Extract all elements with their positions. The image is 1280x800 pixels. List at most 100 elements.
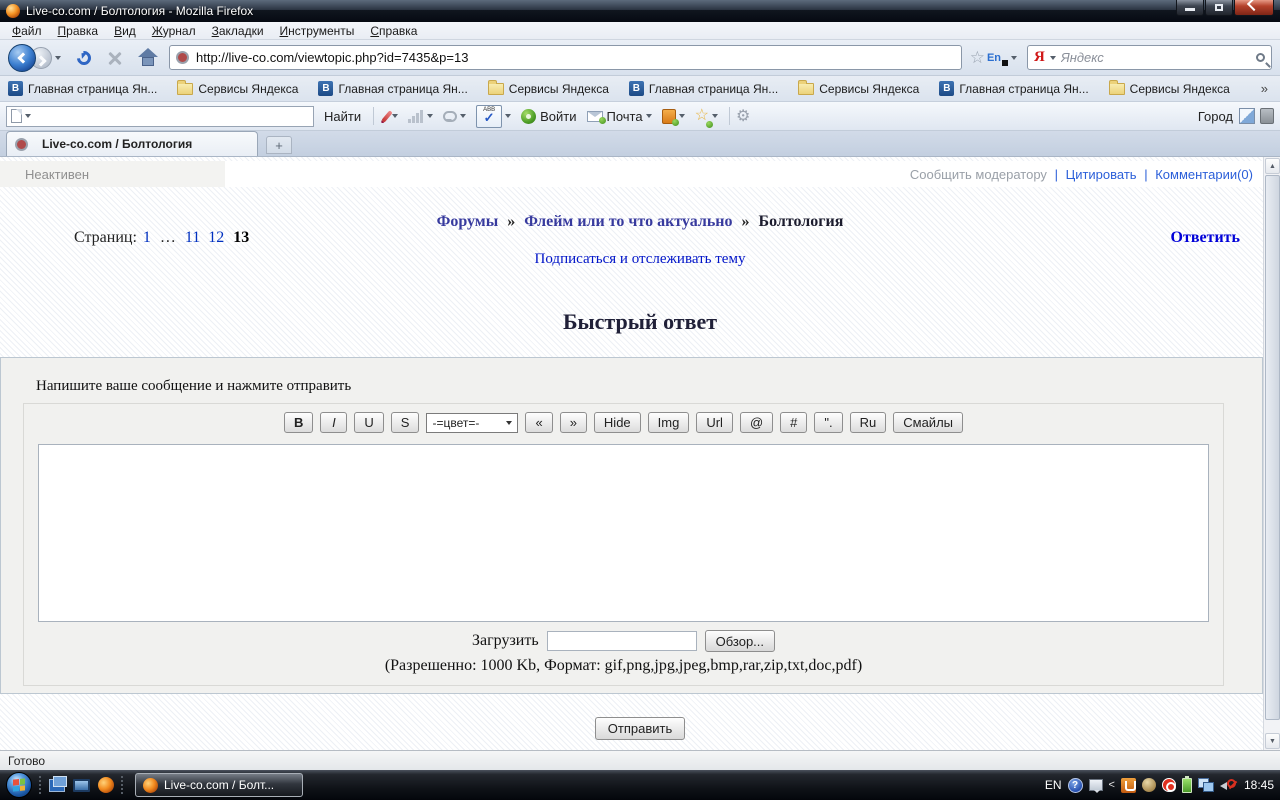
- comments-tool-button[interactable]: [443, 111, 466, 122]
- toolbar-search-input[interactable]: [34, 109, 309, 123]
- volume-muted-icon[interactable]: [1220, 778, 1236, 792]
- url-input[interactable]: [196, 50, 955, 65]
- quote-link[interactable]: Цитировать: [1066, 167, 1137, 182]
- home-button[interactable]: [135, 45, 161, 71]
- message-textarea[interactable]: [38, 444, 1209, 622]
- back-button[interactable]: [8, 44, 36, 72]
- restore-button[interactable]: [1205, 0, 1233, 16]
- java-tray-icon[interactable]: [1121, 778, 1136, 793]
- city-button[interactable]: Город: [1198, 109, 1233, 124]
- power-tray-icon[interactable]: [1182, 778, 1192, 793]
- mail-button[interactable]: Почта: [587, 109, 652, 124]
- settings-gear-icon[interactable]: ⚙: [736, 106, 750, 126]
- network-tray-icon[interactable]: [1198, 778, 1214, 792]
- color-select[interactable]: -=цвет=-: [426, 413, 518, 433]
- pagerank-button[interactable]: [408, 109, 433, 123]
- at-button[interactable]: @: [740, 412, 773, 433]
- highlight-tool-button[interactable]: [385, 110, 398, 123]
- report-link[interactable]: Сообщить модератору: [910, 167, 1047, 182]
- bookmark-item[interactable]: ВГлавная страница Ян...: [8, 81, 157, 96]
- quote-button[interactable]: ".: [814, 412, 842, 433]
- tab-live-co[interactable]: Live-co.com / Болтология: [6, 131, 258, 156]
- tray-language-indicator[interactable]: EN: [1045, 778, 1062, 792]
- bookmark-item[interactable]: ВГлавная страница Ян...: [629, 81, 778, 96]
- lang-indicator[interactable]: En: [987, 52, 1008, 64]
- tray-app-icon[interactable]: [1142, 778, 1156, 792]
- toolbar-misc-icon[interactable]: [1260, 108, 1274, 124]
- help-tray-icon[interactable]: ?: [1068, 778, 1083, 793]
- scroll-down-button[interactable]: ▼: [1265, 733, 1280, 749]
- ru-button[interactable]: Ru: [850, 412, 887, 433]
- services-button[interactable]: [662, 109, 685, 124]
- upload-input[interactable]: [547, 631, 697, 651]
- menu-tools[interactable]: Инструменты: [272, 23, 363, 39]
- yandex-logo[interactable]: Я: [1034, 49, 1045, 66]
- start-button[interactable]: [6, 772, 32, 798]
- minimize-button[interactable]: [1176, 0, 1204, 16]
- history-dropdown-icon[interactable]: [55, 56, 61, 60]
- hide-button[interactable]: Hide: [594, 412, 641, 433]
- italic-button[interactable]: I: [320, 412, 347, 433]
- page-link-11[interactable]: 11: [185, 229, 200, 246]
- firefox-task-icon: [143, 778, 158, 793]
- breadcrumb-section-link[interactable]: Флейм или то что актуально: [524, 213, 732, 230]
- close-button[interactable]: [1234, 0, 1274, 16]
- reply-link[interactable]: Ответить: [1171, 229, 1240, 247]
- raquo-button[interactable]: »: [560, 412, 587, 433]
- login-button[interactable]: Войти: [521, 109, 576, 124]
- taskbar-task-button[interactable]: Live-co.com / Болт...: [135, 773, 303, 797]
- img-button[interactable]: Img: [648, 412, 690, 433]
- hash-button[interactable]: #: [780, 412, 807, 433]
- url-button[interactable]: Url: [696, 412, 733, 433]
- scroll-up-button[interactable]: ▲: [1265, 158, 1280, 174]
- desktop-icon[interactable]: [73, 779, 90, 792]
- menu-help[interactable]: Справка: [362, 23, 425, 39]
- menu-file[interactable]: Файл: [4, 23, 50, 39]
- bookmarks-overflow-chevron[interactable]: »: [1257, 81, 1272, 96]
- find-button[interactable]: Найти: [324, 109, 361, 124]
- tray-expand-chevron[interactable]: <: [1109, 779, 1115, 791]
- new-tab-button[interactable]: +: [266, 136, 292, 154]
- menu-view[interactable]: Вид: [106, 23, 144, 39]
- menu-bookmarks[interactable]: Закладки: [204, 23, 272, 39]
- lang-dropdown-icon[interactable]: [1011, 56, 1017, 60]
- laquo-button[interactable]: «: [525, 412, 552, 433]
- bookmark-star-icon[interactable]: ☆: [970, 48, 985, 68]
- subscribe-link[interactable]: Подписаться и отслеживать тему: [535, 251, 746, 267]
- search-input[interactable]: [1061, 50, 1256, 65]
- antivirus-tray-icon[interactable]: [1162, 778, 1176, 792]
- bookmark-folder[interactable]: Сервисы Яндекса: [1109, 82, 1230, 96]
- stop-button[interactable]: [103, 46, 127, 70]
- firefox-quicklaunch-icon[interactable]: [98, 777, 114, 793]
- search-icon[interactable]: [1256, 53, 1265, 62]
- bookmark-item[interactable]: ВГлавная страница Ян...: [939, 81, 1088, 96]
- browse-button[interactable]: Обзор...: [705, 630, 775, 652]
- menu-edit[interactable]: Правка: [50, 23, 107, 39]
- language-bar-icon[interactable]: [1089, 779, 1103, 791]
- breadcrumb-forums-link[interactable]: Форумы: [437, 213, 499, 230]
- page-link-12[interactable]: 12: [208, 229, 224, 246]
- bookmark-item[interactable]: ВГлавная страница Ян...: [318, 81, 467, 96]
- scrollbar[interactable]: ▲ ▼: [1263, 157, 1280, 750]
- quick-launch: [49, 777, 114, 793]
- refresh-button[interactable]: [71, 45, 97, 71]
- spellcheck-button[interactable]: ABB ✓: [476, 105, 511, 128]
- comments-link[interactable]: Комментарии(0): [1155, 167, 1253, 182]
- menu-history[interactable]: Журнал: [144, 23, 204, 39]
- underline-button[interactable]: U: [354, 412, 383, 433]
- bookmark-folder[interactable]: Сервисы Яндекса: [488, 82, 609, 96]
- page-link-1[interactable]: 1: [143, 229, 151, 246]
- city-widget-icon[interactable]: [1239, 108, 1255, 124]
- strike-button[interactable]: S: [391, 412, 420, 433]
- bold-button[interactable]: B: [284, 412, 313, 433]
- bookmark-folder[interactable]: Сервисы Яндекса: [798, 82, 919, 96]
- favorites-button[interactable]: ☆: [695, 107, 718, 125]
- submit-button[interactable]: Отправить: [595, 717, 685, 740]
- clock[interactable]: 18:45: [1244, 778, 1274, 792]
- toolbar-search-dropdown-icon[interactable]: [25, 114, 31, 118]
- scrollbar-thumb[interactable]: [1265, 175, 1280, 720]
- smiles-button[interactable]: Смайлы: [893, 412, 963, 433]
- search-engine-dropdown-icon[interactable]: [1050, 56, 1056, 60]
- bookmark-folder[interactable]: Сервисы Яндекса: [177, 82, 298, 96]
- show-desktop-icon[interactable]: [49, 779, 65, 792]
